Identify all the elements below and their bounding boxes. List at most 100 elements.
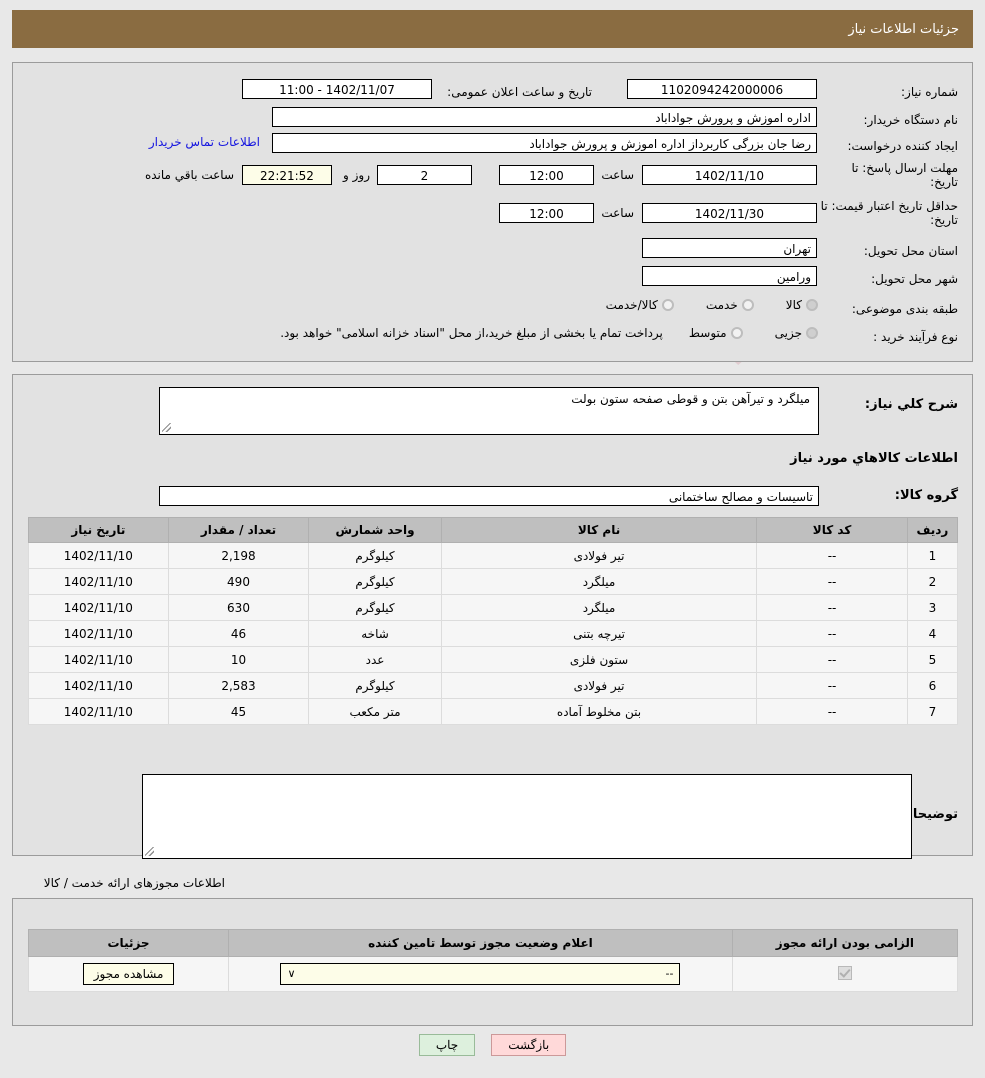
buyer-notes-textarea[interactable]: [142, 774, 912, 859]
cell-date: 1402/11/10: [28, 542, 169, 569]
deadline-hour-value: 12:00: [499, 165, 594, 185]
cell-name: تیر فولادی: [440, 672, 758, 699]
deadline-hour-label: ساعت: [601, 168, 634, 182]
cell-name: ستون فلزی: [440, 646, 758, 673]
cell-qty: 2,198: [167, 542, 310, 569]
price-validity-hour-value: 12:00: [499, 203, 594, 223]
countdown-label: ساعت باقي مانده: [144, 168, 234, 182]
license-row: ∨ -- مشاهده مجوز: [27, 956, 959, 992]
cell-unit: کیلوگرم: [308, 568, 442, 595]
cell-date: 1402/11/10: [28, 646, 169, 673]
cell-unit: کیلوگرم: [308, 594, 442, 621]
province-label: استان محل تحویل:: [863, 244, 958, 258]
buyer-contact-link[interactable]: اطلاعات تماس خریدار: [149, 135, 260, 149]
radio-category-service[interactable]: [741, 299, 754, 311]
col-license-required: الزامی بودن ارائه مجوز: [731, 929, 959, 957]
cell-code: --: [756, 672, 908, 699]
chevron-down-icon: ∨: [287, 967, 296, 980]
cell-row: 2: [906, 568, 959, 595]
need-description-label: شرح کلي نیاز:: [864, 397, 958, 412]
col-name: نام کالا: [440, 517, 758, 543]
items-panel: شرح کلي نیاز: میلگرد و تیرآهن بتن و قوطی…: [12, 374, 973, 859]
process-note: پرداخت تمام یا بخشی از مبلغ خرید،از محل …: [280, 326, 663, 340]
cell-code: --: [756, 568, 908, 595]
deadline-date-value: 1402/11/10: [642, 165, 817, 185]
cell-code: --: [756, 594, 908, 621]
need-description-value: میلگرد و تیرآهن بتن و قوطی صفحه ستون بول…: [571, 392, 810, 406]
table-row: 1 -- تیر فولادی کیلوگرم 2,198 1402/11/10: [28, 542, 959, 569]
radio-category-goods-service[interactable]: [661, 299, 674, 311]
process-radio-group[interactable]: جزیی متوسط پرداخت تمام یا بخشی از مبلغ خ…: [280, 326, 822, 340]
print-button[interactable]: چاپ: [418, 1034, 476, 1056]
cell-code: --: [756, 620, 908, 647]
need-info-panel: شماره نیاز: 1102094242000006 تاریخ و ساع…: [12, 62, 973, 362]
col-row: ردیف: [906, 517, 959, 543]
need-number-value: 1102094242000006: [627, 79, 817, 99]
buyer-org-label: نام دستگاه خریدار:: [863, 113, 959, 127]
cell-license-required: [731, 956, 959, 992]
city-value: ورامین: [642, 266, 817, 286]
price-validity-date-value: 1402/11/30: [642, 203, 817, 223]
cell-unit: متر مکعب: [308, 698, 442, 725]
process-option-1: متوسط: [688, 326, 727, 340]
cell-name: بتن مخلوط آماده: [440, 698, 758, 725]
col-qty: تعداد / مقدار: [167, 517, 310, 543]
radio-category-goods[interactable]: [806, 299, 818, 311]
view-license-button[interactable]: مشاهده مجوز: [82, 963, 175, 985]
deadline-label: مهلت ارسال پاسخ: تا تاریخ:: [823, 161, 958, 189]
category-radio-group[interactable]: کالا خدمت کالا/خدمت: [606, 298, 822, 312]
price-validity-hour-label: ساعت: [601, 206, 634, 220]
cell-unit: کیلوگرم: [308, 672, 442, 699]
radio-process-medium[interactable]: [730, 327, 743, 339]
cell-qty: 10: [167, 646, 310, 673]
cell-date: 1402/11/10: [28, 672, 169, 699]
items-table: ردیف کد کالا نام کالا واحد شمارش تعداد /…: [28, 517, 959, 725]
cell-code: --: [756, 542, 908, 569]
price-validity-label-line2: تاریخ:: [930, 213, 958, 227]
cell-unit: شاخه: [308, 620, 442, 647]
cell-date: 1402/11/10: [28, 568, 169, 595]
goods-group-label: گروه کالا:: [894, 488, 958, 503]
cell-row: 4: [906, 620, 959, 647]
items-table-header-row: ردیف کد کالا نام کالا واحد شمارش تعداد /…: [28, 517, 959, 543]
license-status-select[interactable]: ∨ --: [280, 963, 681, 985]
process-option-0: جزیی: [774, 326, 802, 340]
licenses-panel: الزامی بودن ارائه مجوز اعلام وضعیت مجوز …: [12, 898, 973, 1026]
col-license-details: جزئیات: [27, 929, 230, 957]
category-option-2: کالا/خدمت: [605, 298, 658, 312]
cell-name: میلگرد: [440, 594, 758, 621]
province-row: استان محل تحویل:: [864, 240, 958, 262]
cell-qty: 630: [167, 594, 310, 621]
col-license-status: اعلام وضعیت مجوز توسط تامین کننده: [228, 929, 733, 957]
license-required-checkbox[interactable]: [837, 965, 852, 980]
table-row: 5 -- ستون فلزی عدد 10 1402/11/10: [28, 646, 959, 673]
price-validity-label-line1: حداقل تاریخ اعتبار قیمت: تا: [820, 199, 958, 213]
deadline-label-line2: تاریخ:: [930, 175, 958, 189]
need-description-textarea[interactable]: میلگرد و تیرآهن بتن و قوطی صفحه ستون بول…: [159, 387, 819, 435]
creator-row: ایجاد کننده درخواست:: [847, 135, 958, 157]
cell-row: 7: [906, 698, 959, 725]
process-row: نوع فرآیند خرید :: [873, 326, 958, 348]
remaining-days-value: 2: [377, 165, 472, 185]
buyer-org-row: نام دستگاه خریدار:: [864, 109, 959, 131]
footer-actions: بازگشت چاپ: [0, 1034, 985, 1056]
cell-date: 1402/11/10: [28, 620, 169, 647]
cell-qty: 2,583: [167, 672, 310, 699]
page-title: جزئیات اطلاعات نیاز: [848, 21, 959, 37]
announce-row: تاریخ و ساعت اعلان عمومی:: [447, 81, 592, 103]
cell-name: تیر فولادی: [440, 542, 758, 569]
cell-code: --: [756, 698, 908, 725]
remaining-days-label: روز و: [343, 168, 370, 182]
cell-license-status: ∨ --: [228, 956, 733, 992]
back-button[interactable]: بازگشت: [491, 1034, 567, 1056]
category-option-0: کالا: [785, 298, 802, 312]
province-value: تهران: [642, 238, 817, 258]
radio-process-minor[interactable]: [806, 327, 818, 339]
cell-date: 1402/11/10: [28, 698, 169, 725]
licenses-table: الزامی بودن ارائه مجوز اعلام وضعیت مجوز …: [27, 929, 959, 992]
table-row: 6 -- تیر فولادی کیلوگرم 2,583 1402/11/10: [28, 672, 959, 699]
cell-qty: 45: [167, 698, 310, 725]
creator-label: ایجاد کننده درخواست:: [847, 139, 958, 153]
cell-row: 6: [906, 672, 959, 699]
cell-row: 1: [906, 542, 959, 569]
